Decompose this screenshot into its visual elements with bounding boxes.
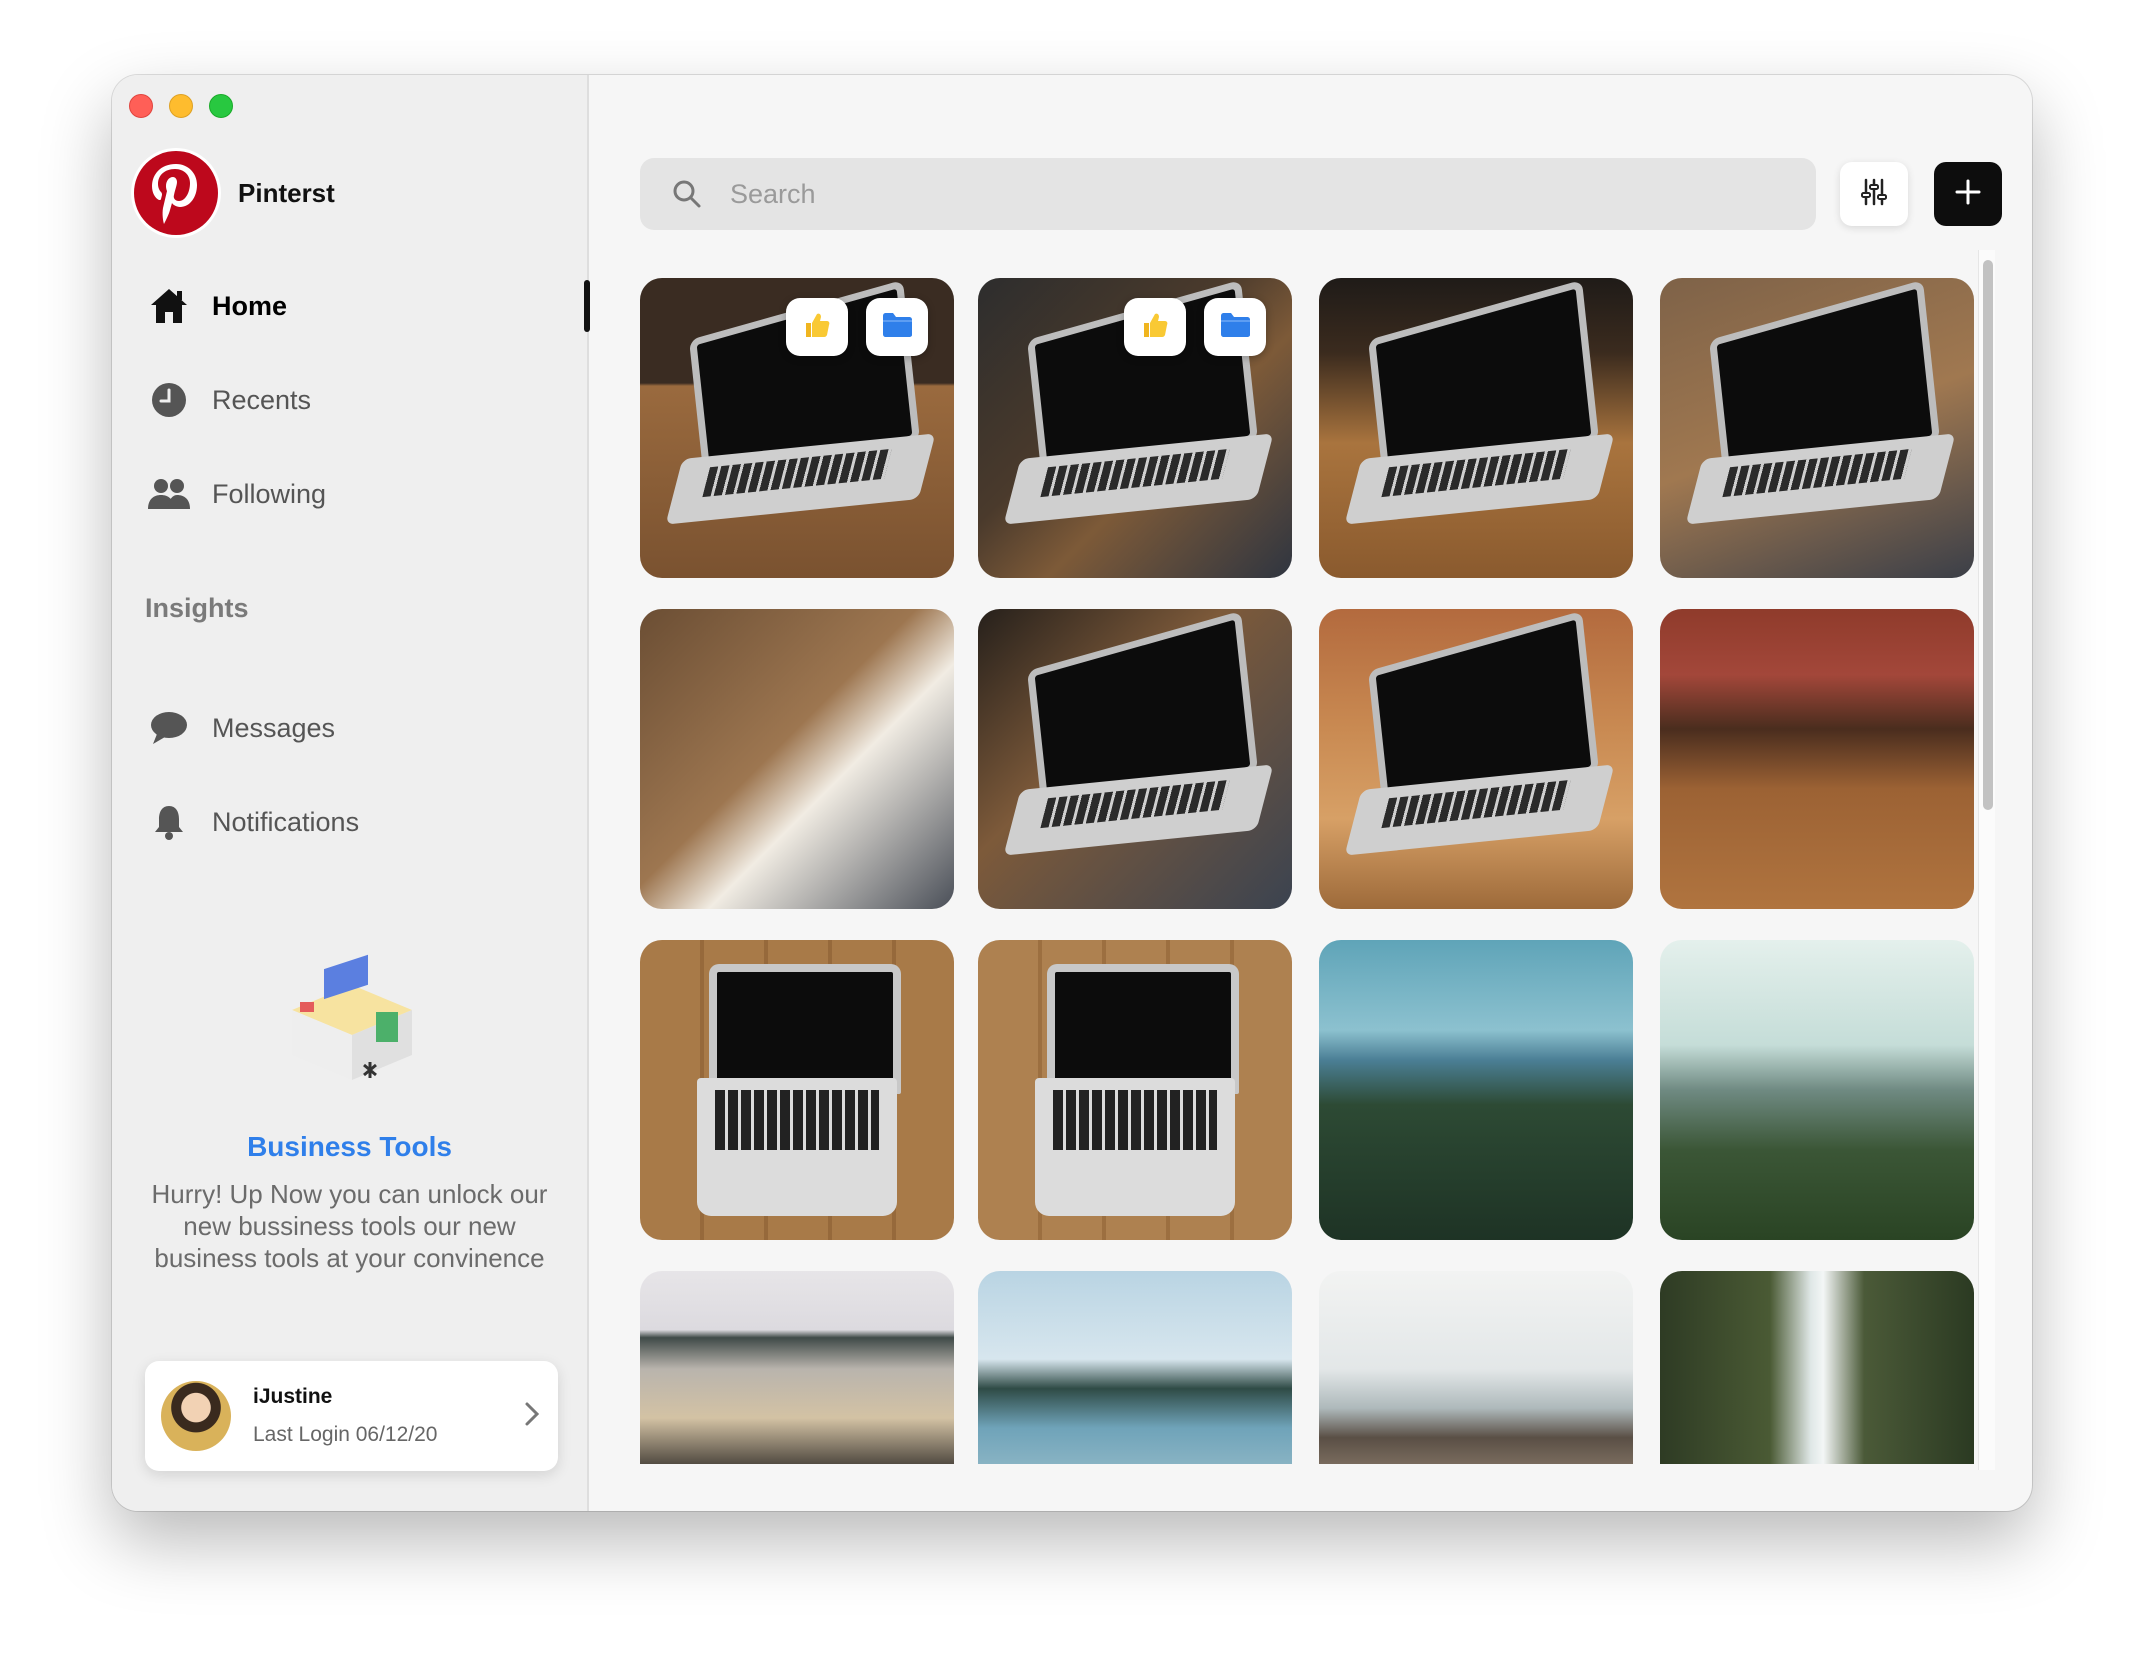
scrollbar-thumb[interactable] (1983, 260, 1993, 810)
user-profile-card[interactable]: iJustine Last Login 06/12/20 (145, 1361, 558, 1471)
people-icon (146, 471, 192, 517)
sidebar-item-label: Home (212, 290, 288, 321)
grid-scrollbar[interactable] (1978, 250, 1995, 1470)
search-icon (672, 179, 702, 209)
brand: Pinterst (134, 150, 335, 236)
avatar (161, 1381, 231, 1451)
pin-tile[interactable] (640, 940, 954, 1240)
sidebar-item-label: Notifications (212, 806, 360, 837)
app-window: Pinterst Home Recents Following Insights… (112, 75, 2032, 1511)
pin-tile[interactable] (978, 278, 1292, 578)
tile-actions (786, 298, 928, 356)
pin-tile[interactable] (978, 940, 1292, 1240)
pin-tile[interactable] (978, 609, 1292, 909)
image-grid (640, 278, 1992, 1464)
pin-tile[interactable] (640, 278, 954, 578)
chat-bubble-icon (146, 705, 192, 751)
bell-icon (146, 799, 192, 845)
save-to-folder-button[interactable] (1204, 298, 1266, 356)
sidebar-item-notifications[interactable]: Notifications (146, 797, 359, 847)
promo-title[interactable]: Business Tools (112, 1131, 587, 1163)
pin-tile[interactable] (1319, 940, 1633, 1240)
sidebar: Pinterst Home Recents Following Insights… (112, 75, 590, 1511)
pinterest-logo-icon (134, 151, 218, 235)
pin-tile[interactable] (1660, 278, 1974, 578)
like-button[interactable] (786, 298, 848, 356)
pin-tile[interactable] (1319, 278, 1633, 578)
active-indicator (584, 280, 590, 332)
sidebar-item-following[interactable]: Following (146, 469, 326, 519)
app-name: Pinterst (238, 177, 335, 208)
sliders-icon (1859, 177, 1889, 212)
home-icon (146, 283, 192, 329)
pin-tile[interactable] (1660, 609, 1974, 909)
pin-tile[interactable] (1660, 1271, 1974, 1464)
add-button[interactable] (1934, 162, 2002, 226)
sidebar-item-home[interactable]: Home (146, 281, 287, 331)
promo-text: Hurry! Up Now you can unlock our new bus… (151, 1179, 548, 1273)
user-name: iJustine (253, 1385, 333, 1408)
sidebar-item-messages[interactable]: Messages (146, 703, 335, 753)
section-heading-insights: Insights (145, 593, 249, 623)
sidebar-item-recents[interactable]: Recents (146, 375, 311, 425)
folder-icon (1219, 312, 1251, 343)
thumbs-up-icon (1140, 310, 1170, 345)
pin-tile[interactable] (1319, 609, 1633, 909)
sidebar-item-label: Recents (212, 384, 312, 415)
last-login-text: Last Login 06/12/20 (253, 1423, 438, 1446)
pin-tile[interactable] (1660, 940, 1974, 1240)
zoom-window-button[interactable] (209, 94, 233, 118)
search-bar[interactable] (640, 158, 1816, 230)
save-to-folder-button[interactable] (866, 298, 928, 356)
search-input[interactable] (728, 177, 1732, 211)
sidebar-item-label: Messages (212, 712, 336, 743)
like-button[interactable] (1124, 298, 1186, 356)
plus-icon (1955, 179, 1981, 210)
tile-actions (1124, 298, 1266, 356)
clock-icon (146, 377, 192, 423)
close-window-button[interactable] (129, 94, 153, 118)
pin-tile[interactable] (978, 1271, 1292, 1464)
filter-button[interactable] (1840, 162, 1908, 226)
minimize-window-button[interactable] (169, 94, 193, 118)
business-tools-illustration (272, 940, 432, 1090)
pin-tile[interactable] (640, 609, 954, 909)
thumbs-up-icon (802, 310, 832, 345)
pin-tile[interactable] (640, 1271, 954, 1464)
chevron-right-icon (524, 1401, 540, 1432)
pin-tile[interactable] (1319, 1271, 1633, 1464)
sidebar-item-label: Following (212, 478, 327, 509)
folder-icon (881, 312, 913, 343)
